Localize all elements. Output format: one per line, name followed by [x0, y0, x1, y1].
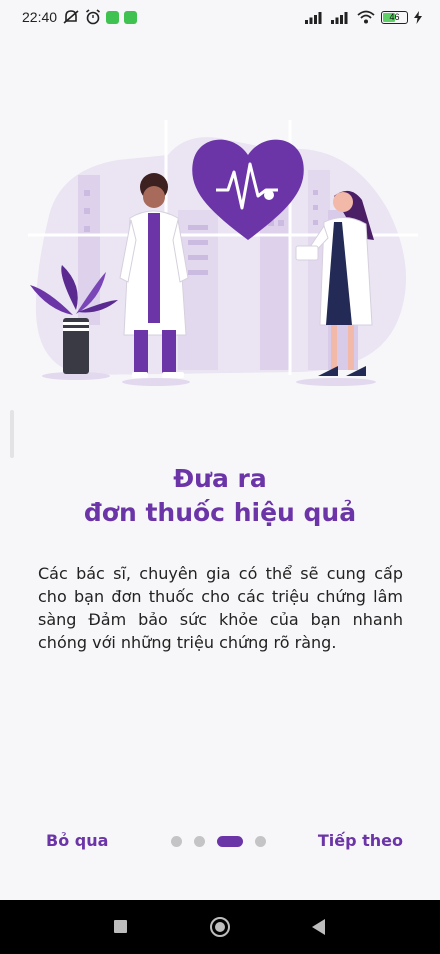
alarm-icon	[86, 9, 100, 25]
battery-icon: 46	[381, 10, 408, 24]
mute-icon	[63, 10, 79, 24]
battery-level: 46	[389, 11, 400, 22]
title-line-2: đơn thuốc hiệu quả	[83, 498, 357, 527]
status-time: 22:40	[22, 9, 58, 25]
back-icon[interactable]	[312, 919, 325, 935]
page-dot-active[interactable]	[217, 836, 243, 847]
recent-apps-icon[interactable]	[114, 920, 127, 933]
onboarding-description: Các bác sĩ, chuyên gia có thể sẽ cung cấ…	[38, 564, 403, 652]
wifi-icon	[357, 10, 375, 24]
onboarding-title: Đưa ra đơn thuốc hiệu quả	[0, 462, 440, 530]
status-bar: 22:40 46	[0, 0, 440, 34]
page-indicator	[171, 836, 266, 847]
onboarding-footer: Bỏ qua Tiếp theo	[0, 828, 440, 856]
signal-icon	[305, 11, 322, 24]
edge-handle	[10, 410, 14, 458]
page-dot[interactable]	[194, 836, 205, 847]
title-line-1: Đưa ra	[173, 464, 267, 493]
app-notification-icon	[124, 10, 137, 24]
signal-icon	[331, 11, 348, 24]
skip-button[interactable]: Bỏ qua	[46, 831, 108, 850]
doctors-illustration	[28, 120, 418, 386]
charging-icon	[414, 10, 422, 24]
system-nav-bar	[0, 900, 440, 954]
next-button[interactable]: Tiếp theo	[318, 831, 403, 850]
page-dot[interactable]	[171, 836, 182, 847]
app-notification-icon	[106, 10, 119, 24]
page-dot[interactable]	[255, 836, 266, 847]
status-notification-icons	[62, 9, 137, 25]
home-icon[interactable]	[210, 917, 230, 937]
status-system-icons: 46	[305, 10, 422, 24]
